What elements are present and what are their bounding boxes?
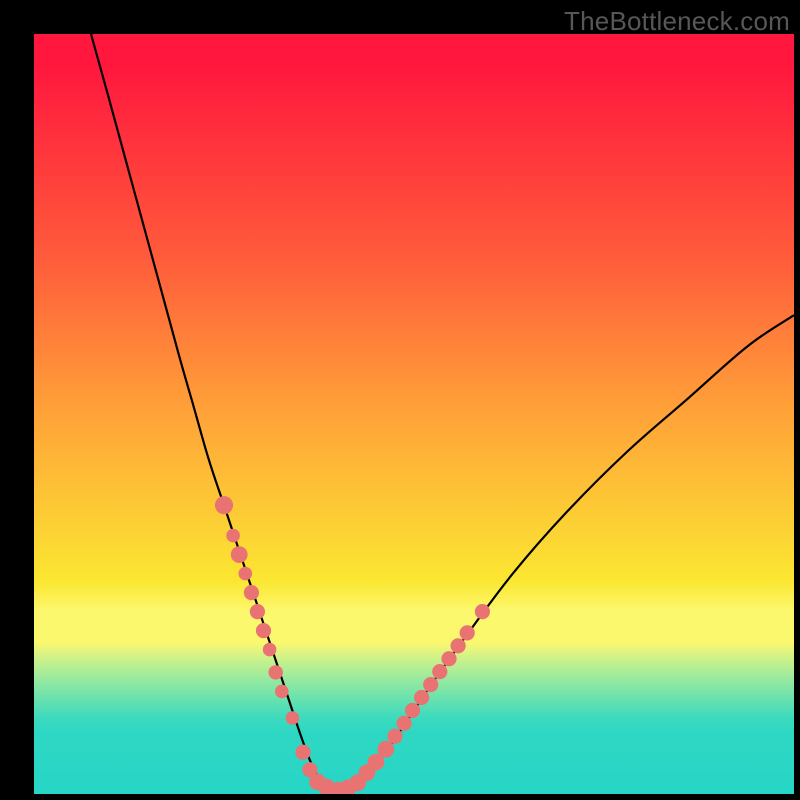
data-marker <box>378 741 395 758</box>
data-marker <box>405 703 420 718</box>
data-marker <box>397 716 412 731</box>
data-marker <box>250 604 265 619</box>
data-marker <box>414 690 429 705</box>
data-marker <box>226 529 240 543</box>
data-marker <box>275 685 289 699</box>
data-marker <box>387 729 402 744</box>
data-marker <box>256 623 271 638</box>
data-marker <box>460 625 475 640</box>
data-marker <box>239 567 253 581</box>
watermark-text: TheBottleneck.com <box>564 6 790 37</box>
data-marker <box>244 585 259 600</box>
data-marker <box>441 651 456 666</box>
data-marker <box>432 664 447 679</box>
data-marker <box>451 638 466 653</box>
data-marker <box>423 677 438 692</box>
data-marker <box>295 745 310 760</box>
data-marker <box>475 604 490 619</box>
data-marker <box>286 711 300 725</box>
data-marker <box>269 665 283 679</box>
data-marker <box>215 496 233 514</box>
marker-group <box>215 496 490 794</box>
data-marker <box>263 643 277 657</box>
data-marker <box>231 546 248 563</box>
chart-frame: TheBottleneck.com <box>0 0 800 800</box>
curve-layer <box>34 34 794 794</box>
plot-area <box>34 34 794 794</box>
